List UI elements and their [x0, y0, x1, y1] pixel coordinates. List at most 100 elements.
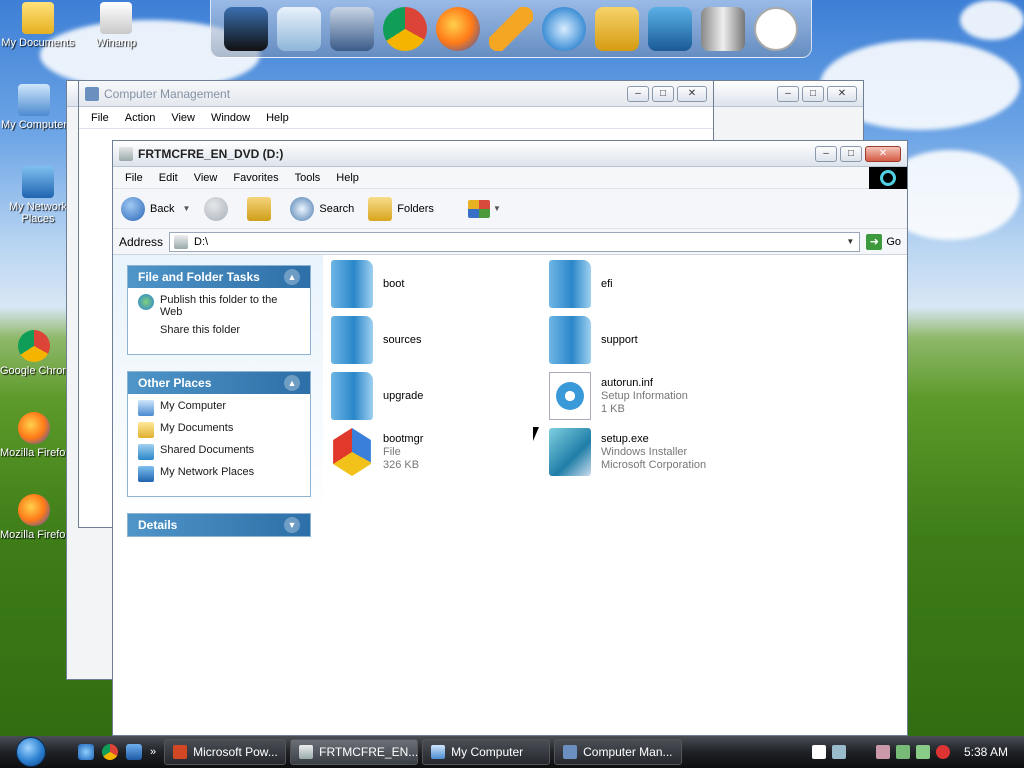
other-places-header[interactable]: Other Places ▲ [128, 372, 310, 394]
close-button[interactable]: ✕ [827, 85, 857, 102]
desktop-icon-my-computer[interactable]: My Computer [0, 84, 68, 131]
menu-file[interactable]: File [83, 112, 117, 124]
clock-icon[interactable] [754, 6, 799, 51]
go-button[interactable]: ➜ Go [866, 233, 901, 250]
clock[interactable]: 5:38 AM [964, 745, 1008, 759]
menu-file[interactable]: File [117, 172, 151, 184]
menu-action[interactable]: Action [117, 112, 164, 124]
help-icon[interactable] [811, 745, 826, 759]
file-item-sources[interactable]: sources [331, 315, 531, 365]
maximize-button[interactable]: □ [802, 85, 824, 102]
desktop-icon-firefox[interactable]: Mozilla Firefox [0, 412, 68, 459]
folder-icon [331, 316, 373, 364]
task-publish-folder[interactable]: Publish this folder to the Web [138, 294, 302, 318]
back-button[interactable]: Back ▼ [121, 196, 190, 221]
file-size: 1 KB [601, 402, 625, 415]
collapse-icon[interactable]: ▲ [284, 375, 300, 391]
folder-icon [138, 422, 154, 438]
desktop-icon-my-network-places[interactable]: My Network Places [0, 166, 76, 225]
close-button[interactable]: ✕ [677, 85, 707, 102]
magnifier-icon[interactable] [542, 6, 586, 51]
menu-view[interactable]: View [186, 172, 226, 184]
place-my-documents[interactable]: My Documents [138, 422, 302, 438]
taskbar-button-powerpoint[interactable]: Microsoft Pow... [164, 739, 287, 765]
folder-icon [549, 316, 591, 364]
security-alert-icon[interactable] [935, 745, 950, 759]
desktop-icon-google-chrome[interactable]: Google Chrome [0, 330, 68, 377]
taskbar-button-explorer[interactable]: FRTMCFRE_EN... [290, 739, 419, 765]
menu-view[interactable]: View [163, 112, 203, 124]
up-folder-button[interactable] [247, 196, 276, 221]
file-item-setup[interactable]: setup.exe Windows Installer Microsoft Co… [549, 427, 749, 477]
folder-icon [549, 260, 591, 308]
file-item-autorun[interactable]: autorun.inf Setup Information 1 KB [549, 371, 749, 421]
tray-app-icon[interactable] [875, 745, 890, 759]
file-item-bootmgr[interactable]: bootmgr File 326 KB [331, 427, 531, 477]
file-item-efi[interactable]: efi [549, 259, 749, 309]
maximize-button[interactable]: □ [652, 85, 674, 102]
menu-favorites[interactable]: Favorites [225, 172, 286, 184]
desktop-icon-winamp[interactable]: Winamp [78, 2, 154, 49]
file-item-boot[interactable]: boot [331, 259, 531, 309]
monitor-blue-icon[interactable] [648, 6, 693, 51]
collapse-icon[interactable]: ▲ [284, 269, 300, 285]
file-item-upgrade[interactable]: upgrade [331, 371, 531, 421]
other-places-group: Other Places ▲ My Computer My Documents … [127, 371, 311, 497]
desktop-icon[interactable] [126, 744, 142, 760]
folder-icon [331, 372, 373, 420]
taskbar-button-label: My Computer [451, 745, 524, 759]
file-name: efi [601, 277, 613, 290]
menu-help[interactable]: Help [328, 172, 367, 184]
firefox-icon[interactable] [435, 6, 480, 51]
place-shared-documents[interactable]: Shared Documents [138, 444, 302, 460]
search-label: Search [319, 202, 355, 215]
menu-tools[interactable]: Tools [287, 172, 329, 184]
taskbar-button-my-computer[interactable]: My Computer [422, 739, 551, 765]
place-my-network-places[interactable]: My Network Places [138, 466, 302, 482]
chevron-down-icon[interactable]: ▼ [493, 204, 501, 213]
tools-icon[interactable] [329, 6, 374, 51]
desktop-icon-firefox-2[interactable]: Mozilla Firefox [0, 494, 68, 541]
place-my-computer[interactable]: My Computer [138, 400, 302, 416]
menu-help[interactable]: Help [258, 112, 297, 124]
address-input[interactable]: D:\ ▼ [169, 231, 861, 252]
task-share-folder[interactable]: Share this folder [138, 324, 302, 340]
chrome-icon[interactable] [102, 744, 118, 760]
letter-f-icon[interactable] [595, 6, 640, 51]
monitor-icon[interactable] [223, 6, 268, 51]
chevron-down-icon[interactable]: ▼ [846, 237, 854, 246]
chevron-down-icon[interactable]: ▼ [182, 204, 190, 213]
system-tray: 5:38 AM [811, 736, 1024, 768]
start-button[interactable] [10, 736, 52, 768]
taskbar-button-computer-management[interactable]: Computer Man... [554, 739, 683, 765]
minimize-button[interactable]: – [627, 85, 649, 102]
chrome-icon[interactable] [382, 6, 427, 51]
ie-icon[interactable] [78, 744, 94, 760]
file-item-support[interactable]: support [549, 315, 749, 365]
minimize-button[interactable]: – [815, 145, 837, 162]
network-tray-icon[interactable] [831, 745, 846, 759]
minimize-button[interactable]: – [777, 85, 799, 102]
expand-icon[interactable]: ▼ [284, 517, 300, 533]
menu-edit[interactable]: Edit [151, 172, 186, 184]
views-button[interactable]: ▼ [467, 199, 501, 218]
close-button[interactable]: ✕ [865, 145, 901, 162]
folders-button[interactable]: Folders [368, 196, 434, 221]
menu-window[interactable]: Window [203, 112, 258, 124]
maximize-button[interactable]: □ [840, 145, 862, 162]
trash-icon[interactable] [701, 6, 746, 51]
file-folder-tasks-header[interactable]: File and Folder Tasks ▲ [128, 266, 310, 288]
task-pane: File and Folder Tasks ▲ Publish this fol… [113, 255, 323, 735]
explorer-window: FRTMCFRE_EN_DVD (D:) – □ ✕ File Edit Vie… [112, 140, 908, 736]
tray-app-icon[interactable] [915, 745, 930, 759]
search-button[interactable]: Search [290, 196, 355, 221]
tray-app-icon[interactable] [895, 745, 910, 759]
forward-button[interactable] [204, 196, 233, 221]
file-list: boot efi sources support upgrade autorun… [331, 255, 907, 735]
search-document-icon[interactable] [276, 6, 321, 51]
chevron-right-icon[interactable]: » [150, 746, 156, 758]
details-header[interactable]: Details ▼ [128, 514, 310, 536]
lightning-icon[interactable] [488, 6, 533, 51]
generic-file-icon [333, 428, 371, 476]
desktop-icon-my-documents[interactable]: My Documents [0, 2, 76, 49]
